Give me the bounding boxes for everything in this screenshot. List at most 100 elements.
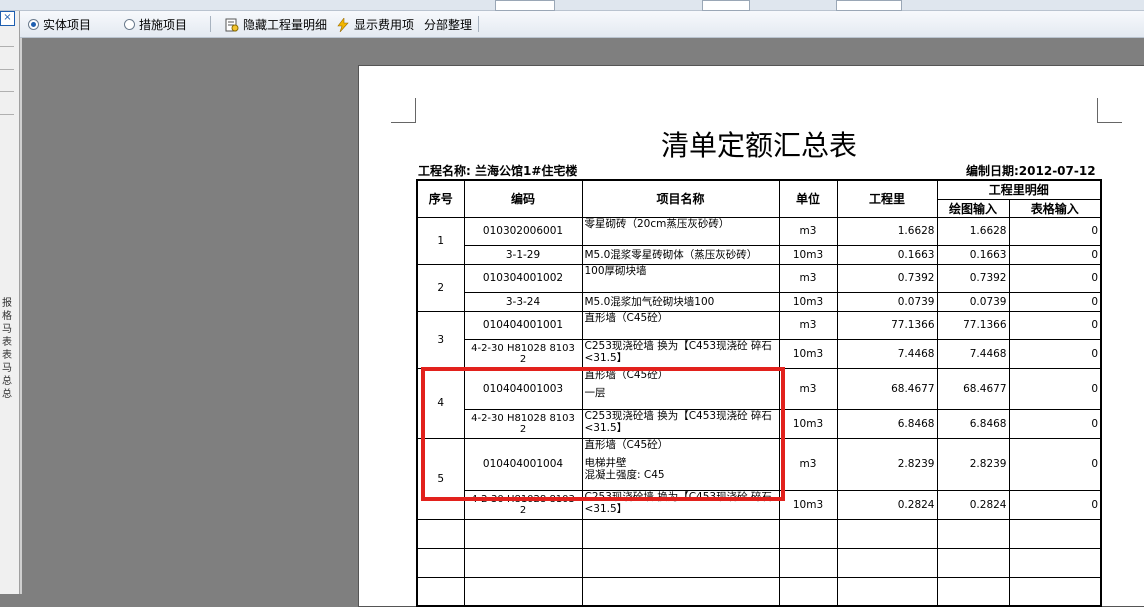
cell-table: 0: [1008, 338, 1102, 369]
cell-name: M5.0混浆零星砖砌体（蒸压灰砂砖）: [581, 244, 780, 265]
cell-table: 0: [1008, 408, 1102, 439]
header-name: 项目名称: [581, 179, 780, 218]
highlight-box: [421, 367, 785, 501]
cell-qty: 1.6628: [836, 216, 938, 246]
cell-table: 0: [1008, 367, 1102, 410]
cell-code: 3-3-24: [463, 291, 583, 312]
toolbar-separator: [210, 16, 211, 32]
cell-unit: m3: [778, 216, 838, 246]
radio-unselected-icon: [124, 19, 135, 30]
cell-draw: 2.8239: [936, 437, 1010, 491]
cell-name: 零星砌砖（20cm蒸压灰砂砖）: [581, 216, 780, 246]
cell-table: 0: [1008, 244, 1102, 265]
cell-unit: 10m3: [778, 408, 838, 439]
header-code: 编码: [463, 179, 583, 218]
cell-unit: m3: [778, 437, 838, 491]
report-date: 编制日期:2012-07-12: [966, 164, 1096, 178]
lightning-icon: [337, 17, 349, 32]
cell-table: 0: [1008, 310, 1102, 340]
cell-table: 0: [1008, 291, 1102, 312]
empty-row: [416, 576, 1102, 607]
cell-draw: 77.1366: [936, 310, 1010, 340]
cell-qty: 77.1366: [836, 310, 938, 340]
table-row: 3-1-29 M5.0混浆零星砖砌体（蒸压灰砂砖） 10m3 0.1663 0.…: [417, 244, 1102, 265]
cell-draw: 6.8468: [936, 408, 1010, 439]
cell-unit: m3: [778, 310, 838, 340]
arrange-button[interactable]: 分部整理: [424, 16, 472, 33]
cell-seq: 3: [416, 310, 465, 369]
header-qty: 工程里: [836, 179, 938, 218]
cell-qty: 0.0739: [836, 291, 938, 312]
toolbar: 实体项目 措施项目 隐藏工程量明细 显示费用项 分部整理: [0, 11, 1144, 38]
cell-unit: m3: [778, 263, 838, 293]
crop-mark: [391, 98, 416, 123]
cell-qty: 0.1663: [836, 244, 938, 265]
crop-mark: [1097, 98, 1122, 123]
cell-draw: 0.7392: [936, 263, 1010, 293]
top-field[interactable]: [836, 0, 902, 11]
top-field[interactable]: [702, 0, 750, 11]
table-row: 3-3-24 M5.0混浆加气砼砌块墙100 10m3 0.0739 0.073…: [417, 291, 1102, 312]
cell-unit: 10m3: [778, 489, 838, 520]
table-row: 3 010404001001 直形墙（C45砼） m3 77.1366 77.1…: [416, 310, 1102, 369]
cell-unit: 10m3: [778, 338, 838, 369]
cell-name: M5.0混浆加气砼砌块墙100: [581, 291, 780, 312]
show-fees-button[interactable]: 显示费用项: [336, 16, 414, 33]
cell-qty: 7.4468: [836, 338, 938, 369]
header-detail: 工程里明细: [936, 179, 1102, 200]
entity-items-radio[interactable]: 实体项目: [28, 16, 91, 33]
cell-name: 直形墙（C45砼）: [581, 310, 780, 340]
close-icon[interactable]: ×: [0, 11, 15, 26]
cell-unit: 10m3: [778, 291, 838, 312]
cell-qty: 68.4677: [836, 367, 938, 410]
cell-code: 010404001001: [463, 310, 583, 340]
cell-code: 010304001002: [463, 263, 583, 293]
cell-qty: 0.7392: [836, 263, 938, 293]
show-fees-label: 显示费用项: [354, 18, 415, 32]
hide-details-label: 隐藏工程量明细: [243, 18, 328, 32]
cell-draw: 7.4468: [936, 338, 1010, 369]
cell-name: 100厚砌块墙: [581, 263, 780, 293]
cell-name: C253现浇砼墙 换为【C453现浇砼 碎石<31.5】: [581, 338, 780, 369]
entity-items-label: 实体项目: [43, 18, 92, 32]
hide-details-button[interactable]: 隐藏工程量明细: [225, 16, 327, 33]
cell-unit: 10m3: [778, 244, 838, 265]
table-row: 2 010304001002 100厚砌块墙 m3 0.7392 0.7392 …: [416, 263, 1102, 312]
cell-qty: 6.8468: [836, 408, 938, 439]
cell-code: 4-2-30 H81028 8103 2: [463, 338, 583, 369]
header-unit: 单位: [778, 179, 838, 218]
top-field[interactable]: [495, 0, 555, 11]
cell-draw: 0.1663: [936, 244, 1010, 265]
cell-qty: 2.8239: [836, 437, 938, 491]
project-name: 工程名称: 兰海公馆1#住宅楼: [418, 164, 578, 178]
table-row: 1 010302006001 零星砌砖（20cm蒸压灰砂砖） m3 1.6628…: [416, 216, 1102, 265]
toolbar-separator: [478, 16, 479, 32]
cell-table: 0: [1008, 489, 1102, 520]
header-draw-input: 绘图输入: [936, 198, 1010, 218]
cell-seq: 1: [416, 216, 465, 265]
header-seq: 序号: [416, 179, 465, 218]
empty-row: [416, 547, 1102, 578]
radio-selected-icon: [28, 19, 39, 30]
cell-seq: 2: [416, 263, 465, 312]
cell-qty: 0.2824: [836, 489, 938, 520]
cell-code: 010302006001: [463, 216, 583, 246]
hide-list-icon: [225, 18, 239, 31]
workspace-gutter: [20, 38, 22, 594]
cell-code: 3-1-29: [463, 244, 583, 265]
cell-table: 0: [1008, 216, 1102, 246]
cell-table: 0: [1008, 263, 1102, 293]
measure-items-label: 措施项目: [139, 18, 188, 32]
left-panel-vertical-text: 报 格 马 表 表 马 总 总: [2, 298, 12, 400]
cell-draw: 0.0739: [936, 291, 1010, 312]
header-table-input: 表格输入: [1008, 198, 1102, 218]
report-title: 清单定额汇总表: [660, 129, 857, 162]
arrange-label: 分部整理: [424, 18, 473, 32]
report-page: 清单定额汇总表 工程名称: 兰海公馆1#住宅楼 编制日期:2012-07-12 …: [358, 65, 1144, 607]
cell-unit: m3: [778, 367, 838, 410]
cell-draw: 68.4677: [936, 367, 1010, 410]
table-row: 4-2-30 H81028 8103 2 C253现浇砼墙 换为【C453现浇砼…: [417, 338, 1102, 369]
top-strip: [0, 0, 1144, 11]
measure-items-radio[interactable]: 措施项目: [124, 16, 187, 33]
empty-row: [416, 518, 1102, 549]
